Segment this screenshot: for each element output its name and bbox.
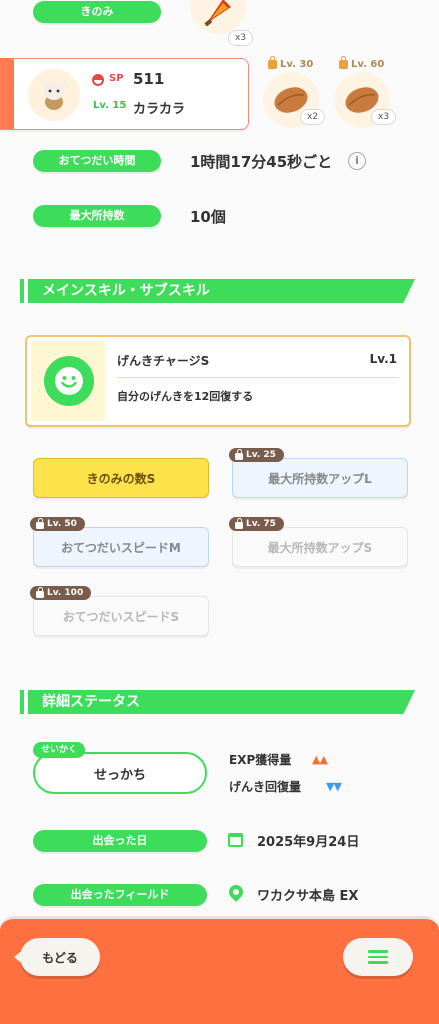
exp-up-arrows-icon: ▲▲	[312, 753, 328, 766]
met-date-label: 出会った日	[33, 830, 207, 852]
berry-count: x3	[228, 30, 254, 46]
max-carry-value: 10個	[190, 208, 226, 226]
sub-skill-2-unlock: Lv. 25	[229, 448, 284, 462]
berry-icon	[190, 0, 246, 34]
sub-skill-1-label: きのみの数S	[86, 471, 156, 486]
lock-icon	[268, 56, 277, 69]
max-carry-label: 最大所持数	[33, 205, 161, 227]
help-time-value: 1時間17分45秒ごと	[190, 153, 333, 171]
met-field-label: 出会ったフィールド	[33, 884, 207, 906]
hamburger-icon	[368, 950, 388, 964]
helper-level: Lv. 15	[93, 100, 127, 111]
details-section-header: 詳細ステータス	[20, 690, 415, 714]
sub-skill-1[interactable]: きのみの数S	[33, 458, 209, 498]
sub-skill-2[interactable]: 最大所持数アップL	[232, 458, 408, 498]
ingredient-2-unlock-label: Lv. 60	[351, 59, 385, 70]
main-skill-card[interactable]: げんきチャージS Lv.1 自分のげんきを12回復する	[25, 335, 411, 427]
nature-box[interactable]: せっかち	[33, 752, 207, 794]
sub-skill-5-unlock: Lv. 100	[30, 586, 92, 600]
help-time-label: おてつだい時間	[33, 150, 161, 172]
back-arrow-icon	[14, 949, 24, 965]
sub-skill-4-unlock-label: Lv. 75	[246, 519, 276, 529]
helper-card[interactable]: SP 511 Lv. 15 カラカラ	[0, 58, 249, 130]
ingredient-1-unlock: Lv. 30	[268, 56, 314, 70]
sub-skill-5-unlock-label: Lv. 100	[47, 588, 84, 598]
ingredient-1-count: x2	[300, 109, 326, 125]
pokemon-avatar	[28, 69, 80, 121]
main-skill-name: げんきチャージS	[117, 354, 210, 368]
ingredient-2-unlock: Lv. 60	[339, 56, 385, 70]
energy-down-arrows-icon: ▼▼	[326, 780, 342, 793]
sub-skill-4-unlock: Lv. 75	[229, 517, 284, 531]
calendar-icon	[228, 833, 243, 847]
sub-skill-3-unlock-label: Lv. 50	[47, 519, 77, 529]
energy-label: げんき回復量	[229, 780, 302, 794]
main-skill-divider	[117, 377, 399, 378]
sub-skill-3-unlock: Lv. 50	[30, 517, 85, 531]
menu-button[interactable]	[343, 938, 413, 976]
section-accent	[20, 279, 24, 303]
sub-skill-3-label: おてつだいスピードM	[61, 540, 181, 555]
lock-icon	[235, 517, 243, 529]
sub-skill-2-label: 最大所持数アップL	[268, 471, 372, 486]
skills-section-title: メインスキル・サブスキル	[42, 283, 210, 299]
exp-label: EXP獲得量	[229, 753, 292, 767]
sub-skill-3[interactable]: おてつだいスピードM	[33, 527, 209, 567]
card-accent	[0, 58, 14, 129]
met-date-value: 2025年9月24日	[257, 835, 360, 850]
main-skill-level: Lv.1	[369, 352, 397, 366]
main-skill-description: 自分のげんきを12回復する	[117, 390, 254, 403]
ingredient-1-unlock-label: Lv. 30	[280, 59, 314, 70]
lock-icon	[36, 586, 44, 598]
lock-icon	[36, 517, 44, 529]
berry-label: きのみ	[33, 1, 161, 23]
info-icon[interactable]: i	[348, 152, 366, 170]
sp-icon	[92, 74, 104, 86]
sub-skill-4-label: 最大所持数アップS	[267, 540, 373, 555]
helper-name: カラカラ	[133, 102, 186, 117]
sub-skill-5-label: おてつだいスピードS	[62, 609, 180, 624]
sp-value: 511	[133, 70, 165, 88]
main-skill-icon-panel	[31, 341, 105, 421]
sub-skill-4[interactable]: 最大所持数アップS	[232, 527, 408, 567]
sub-skill-5[interactable]: おてつだいスピードS	[33, 596, 209, 636]
details-section-title: 詳細ステータス	[42, 694, 140, 710]
met-field-value: ワカクサ本島 EX	[257, 889, 359, 904]
ingredient-2-count: x3	[371, 109, 397, 125]
back-button[interactable]: もどる	[14, 938, 100, 976]
nature-value: せっかち	[93, 767, 146, 783]
map-pin-icon	[226, 882, 246, 902]
sub-skill-2-unlock-label: Lv. 25	[246, 450, 276, 460]
nature-tag: せいかく	[33, 742, 86, 758]
lock-icon	[235, 448, 243, 460]
smile-icon	[44, 356, 94, 406]
lock-icon	[339, 56, 348, 69]
skills-section-header: メインスキル・サブスキル	[20, 279, 415, 303]
section-accent	[20, 690, 24, 714]
back-label: もどる	[42, 950, 78, 965]
sp-label: SP	[109, 73, 124, 84]
